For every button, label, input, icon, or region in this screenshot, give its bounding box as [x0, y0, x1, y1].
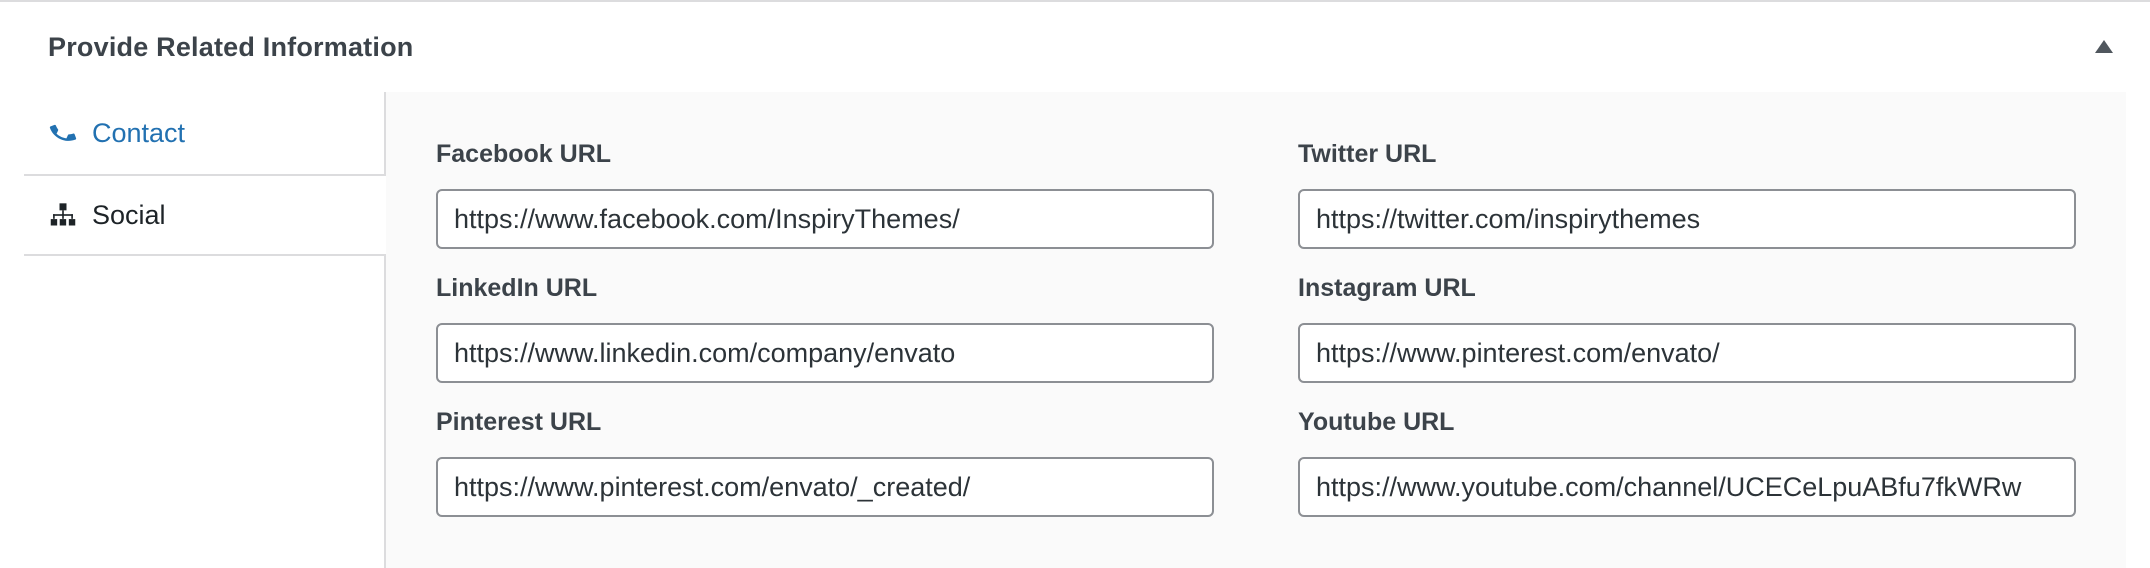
- tab-contact-label: Contact: [92, 117, 186, 148]
- related-info-metabox: Provide Related Information Contact Soci…: [0, 0, 2150, 568]
- sitemap-icon: [48, 200, 78, 230]
- collapse-toggle-icon[interactable]: [2095, 40, 2113, 53]
- twitter-url-label: Twitter URL: [1298, 140, 1437, 168]
- instagram-url-input[interactable]: [1298, 323, 2076, 383]
- pinterest-field: Pinterest URL: [436, 405, 1214, 517]
- instagram-field: Instagram URL: [1298, 271, 2076, 383]
- metabox-header[interactable]: Provide Related Information: [0, 2, 2150, 90]
- phone-icon: [48, 118, 78, 148]
- metabox-title: Provide Related Information: [48, 32, 414, 62]
- linkedin-field: LinkedIn URL: [436, 271, 1214, 383]
- facebook-field: Facebook URL: [436, 137, 1214, 249]
- tab-contact[interactable]: Contact: [24, 92, 384, 174]
- pinterest-url-label: Pinterest URL: [436, 408, 602, 436]
- facebook-url-label: Facebook URL: [436, 140, 612, 168]
- tab-list: Contact Social: [24, 92, 388, 568]
- social-fields-panel: Facebook URL Twitter URL LinkedIn URL In…: [386, 92, 2126, 568]
- linkedin-url-input[interactable]: [436, 323, 1214, 383]
- tab-social-label: Social: [92, 199, 166, 230]
- twitter-field: Twitter URL: [1298, 137, 2076, 249]
- instagram-url-label: Instagram URL: [1298, 274, 1476, 302]
- pinterest-url-input[interactable]: [436, 457, 1214, 517]
- twitter-url-input[interactable]: [1298, 189, 2076, 249]
- youtube-url-input[interactable]: [1298, 457, 2076, 517]
- linkedin-url-label: LinkedIn URL: [436, 274, 598, 302]
- youtube-url-label: Youtube URL: [1298, 408, 1455, 436]
- youtube-field: Youtube URL: [1298, 405, 2076, 517]
- facebook-url-input[interactable]: [436, 189, 1214, 249]
- tab-social[interactable]: Social: [24, 174, 388, 256]
